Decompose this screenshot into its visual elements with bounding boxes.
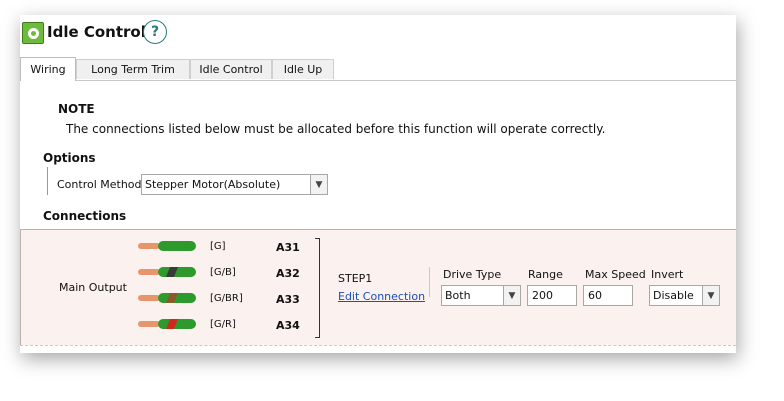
wire-label-gb: [G/B] bbox=[210, 267, 236, 278]
wire-gr-icon bbox=[138, 319, 196, 329]
edit-connection-link[interactable]: Edit Connection bbox=[338, 290, 425, 303]
note-text: The connections listed below must be all… bbox=[66, 122, 606, 136]
tab-wiring[interactable]: Wiring bbox=[20, 57, 76, 81]
drive-type-label: Drive Type bbox=[443, 268, 502, 281]
range-input[interactable]: 200 bbox=[527, 285, 577, 306]
control-method-select[interactable]: Stepper Motor(Absolute) ▼ bbox=[141, 174, 328, 195]
invert-label: Invert bbox=[651, 268, 684, 281]
step-label: STEP1 bbox=[338, 272, 373, 285]
help-icon[interactable]: ? bbox=[143, 20, 167, 44]
note-heading: NOTE bbox=[58, 102, 95, 116]
tab-idle-up[interactable]: Idle Up bbox=[272, 59, 334, 79]
tab-bar: Wiring Long Term Trim Idle Control Idle … bbox=[20, 57, 736, 81]
chevron-down-icon: ▼ bbox=[702, 286, 719, 305]
drive-type-value: Both bbox=[445, 289, 471, 302]
tab-idle-control[interactable]: Idle Control bbox=[190, 59, 272, 79]
control-method-value: Stepper Motor(Absolute) bbox=[145, 178, 281, 191]
pin-a31: A31 bbox=[276, 241, 300, 254]
max-speed-label: Max Speed bbox=[585, 268, 646, 281]
max-speed-input[interactable]: 60 bbox=[583, 285, 633, 306]
connections-heading: Connections bbox=[43, 209, 127, 223]
invert-value: Disable bbox=[653, 289, 694, 302]
main-output-label: Main Output bbox=[59, 281, 127, 294]
wire-label-g: [G] bbox=[210, 241, 226, 252]
wire-g-icon bbox=[138, 241, 196, 251]
pin-a33: A33 bbox=[276, 293, 300, 306]
title-bar: Idle Control ? bbox=[20, 15, 736, 57]
options-heading: Options bbox=[43, 151, 96, 165]
wire-gbr-icon bbox=[138, 293, 196, 303]
chevron-down-icon: ▼ bbox=[310, 175, 327, 194]
connection-bracket bbox=[315, 238, 320, 338]
pin-a34: A34 bbox=[276, 319, 300, 332]
app-icon bbox=[22, 22, 44, 44]
window-title: Idle Control bbox=[47, 23, 146, 41]
range-label: Range bbox=[528, 268, 563, 281]
drive-type-select[interactable]: Both ▼ bbox=[441, 285, 521, 306]
chevron-down-icon: ▼ bbox=[503, 286, 520, 305]
idle-control-window: Idle Control ? Wiring Long Term Trim Idl… bbox=[20, 15, 736, 353]
wire-label-gbr: [G/BR] bbox=[210, 293, 243, 304]
control-method-label: Control Method bbox=[57, 178, 142, 191]
invert-select[interactable]: Disable ▼ bbox=[649, 285, 720, 306]
connections-divider bbox=[20, 345, 736, 346]
wire-gb-icon bbox=[138, 267, 196, 277]
pin-a32: A32 bbox=[276, 267, 300, 280]
wire-label-gr: [G/R] bbox=[210, 319, 236, 330]
tab-long-term-trim[interactable]: Long Term Trim bbox=[76, 59, 190, 79]
field-divider bbox=[429, 267, 430, 297]
